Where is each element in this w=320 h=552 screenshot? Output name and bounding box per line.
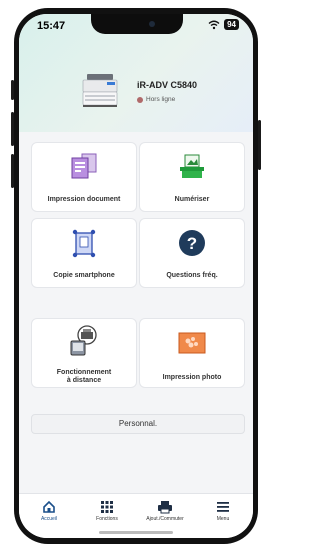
personnal-button[interactable]: Personnal.: [31, 414, 245, 434]
status-icons: 94: [208, 19, 239, 30]
printer-image: [82, 74, 118, 107]
tile-questions-freq[interactable]: ? Questions fréq.: [139, 218, 245, 288]
tile-label: Impression document: [47, 196, 121, 203]
tab-fonctions[interactable]: Fonctions: [81, 500, 133, 522]
menu-icon: [217, 502, 229, 512]
tile-label: Questions fréq.: [166, 272, 218, 279]
volume-down-button: [11, 154, 14, 188]
document-print-icon: [71, 153, 97, 179]
tile-label: Copie smartphone: [53, 272, 115, 279]
bottom-tabbar: Accueil Fonctions Ajout./Commuter Menu: [19, 493, 253, 538]
tab-label: Ajout./Commuter: [146, 516, 184, 522]
notch: [91, 14, 183, 34]
printer-status: Hors ligne: [137, 96, 175, 103]
smartphone-copy-icon: [72, 229, 96, 258]
power-button: [258, 120, 261, 170]
tile-label: Impression photo: [162, 374, 222, 381]
camera-dot: [149, 21, 155, 27]
printer-status-label: Hors ligne: [146, 96, 176, 103]
remote-operation-icon: [70, 325, 97, 356]
question-icon: ?: [179, 230, 205, 256]
printer-header[interactable]: 15:47 94 iR-ADV C5840 Hors ligne: [19, 14, 253, 132]
tab-label: Accueil: [40, 516, 58, 522]
tab-menu[interactable]: Menu: [197, 500, 249, 522]
printer-icon: [158, 501, 172, 514]
offline-status-icon: [137, 96, 143, 103]
volume-up-button: [11, 112, 14, 146]
scanner-icon: [180, 154, 204, 178]
grid-icon: [101, 501, 113, 513]
tab-accueil[interactable]: Accueil: [23, 500, 75, 522]
printer-name: iR-ADV C5840: [137, 80, 198, 90]
battery-indicator: 94: [224, 19, 239, 30]
tile-label: Numériser: [174, 196, 210, 203]
tile-numeriser[interactable]: Numériser: [139, 142, 245, 212]
tile-label-line1: Fonctionnement: [56, 369, 112, 376]
tab-ajout-commuter[interactable]: Ajout./Commuter: [139, 500, 191, 522]
wifi-icon: [208, 20, 220, 29]
home-icon: [43, 500, 55, 513]
tile-impression-photo[interactable]: Impression photo: [139, 318, 245, 388]
mute-switch: [11, 80, 14, 100]
tab-label: Fonctions: [96, 516, 118, 522]
tab-label: Menu: [216, 516, 230, 522]
home-indicator: [99, 531, 173, 534]
tile-fonctionnement-a-distance[interactable]: Fonctionnement à distance: [31, 318, 137, 388]
tile-copie-smartphone[interactable]: Copie smartphone: [31, 218, 137, 288]
tile-impression-document[interactable]: Impression document: [31, 142, 137, 212]
svg-text:?: ?: [187, 234, 197, 253]
photo-print-icon: [178, 332, 206, 354]
tile-label-line2: à distance: [66, 377, 102, 384]
status-time: 15:47: [37, 20, 66, 32]
app-screen: 15:47 94 iR-ADV C5840 Hors ligne Impress…: [19, 14, 253, 538]
